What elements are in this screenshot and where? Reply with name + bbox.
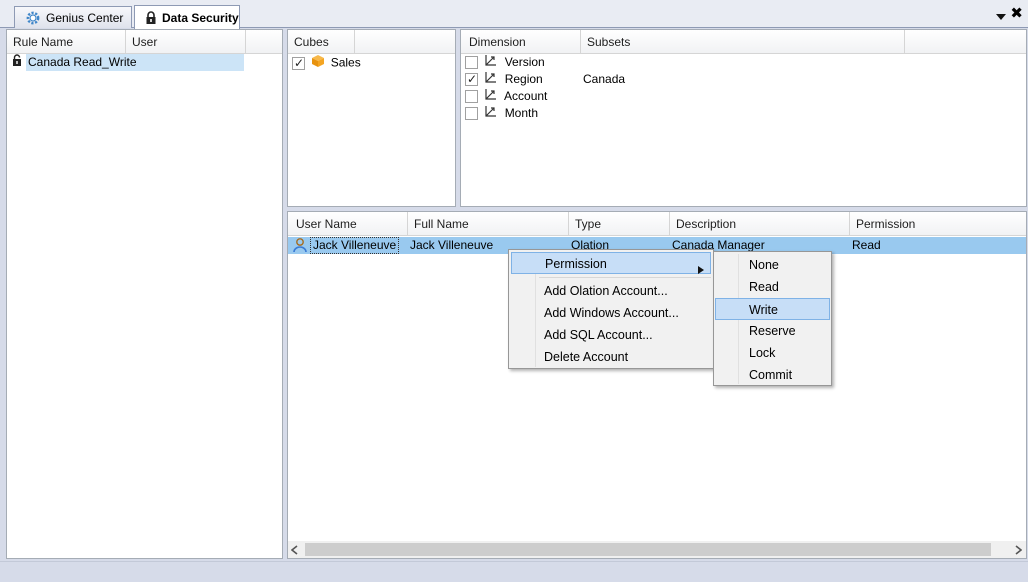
tab-label: Data Security [162, 10, 239, 25]
column-full-name[interactable]: Full Name [408, 212, 569, 236]
menu-item-permission[interactable]: Permission [511, 252, 711, 274]
status-bar [0, 561, 1028, 582]
rules-header: Rule Name User [7, 30, 282, 54]
dimension-row[interactable]: Region Canada [465, 71, 765, 88]
permission-option-commit[interactable]: Commit [716, 364, 830, 386]
tab-genius-center[interactable]: Genius Center [14, 6, 132, 28]
dimension-checkbox[interactable] [465, 71, 478, 88]
menu-item-add-sql-account[interactable]: Add SQL Account... [511, 324, 711, 346]
rule-row[interactable]: Canada Read_Write [12, 54, 244, 72]
menu-item-label: Add Windows Account... [544, 306, 679, 320]
dimension-name: Month [504, 106, 539, 120]
dimension-panel: Dimension Subsets Version Region Canada … [460, 29, 1027, 207]
column-user-name[interactable]: User Name [290, 212, 408, 236]
menu-item-add-windows-account[interactable]: Add Windows Account... [511, 302, 711, 324]
permission-option-lock[interactable]: Lock [716, 342, 830, 364]
cubes-panel: Cubes Sales [287, 29, 456, 207]
gear-icon [25, 10, 41, 26]
permission-option-read[interactable]: Read [716, 276, 830, 298]
tab-strip: Genius Center Data Security ✖ [0, 0, 1028, 29]
dimension-row[interactable]: Account [465, 88, 765, 105]
dimension-row[interactable]: Month [465, 105, 765, 122]
column-dimension[interactable]: Dimension [463, 30, 581, 54]
context-menu: Permission Add Olation Account... Add Wi… [508, 249, 714, 369]
user-full-name: Jack Villeneuve [410, 238, 494, 252]
user-icon [292, 237, 308, 258]
unlock-icon [12, 54, 26, 72]
horizontal-scrollbar[interactable] [288, 541, 1026, 558]
dimension-name: Account [504, 89, 548, 103]
cube-name: Sales [330, 55, 361, 70]
column-cubes[interactable]: Cubes [288, 30, 355, 54]
permission-option-none[interactable]: None [716, 254, 830, 276]
dimension-checkbox[interactable] [465, 107, 478, 121]
lock-icon [145, 10, 157, 26]
rule-name[interactable]: Canada Read_Write [26, 54, 244, 72]
cube-row[interactable]: Sales [292, 54, 361, 73]
dimension-name: Region [504, 72, 543, 86]
chevron-down-icon[interactable] [996, 10, 1006, 20]
dimension-icon [485, 54, 501, 71]
dimension-subset: Canada [583, 72, 626, 86]
dimension-icon [485, 88, 501, 105]
menu-item-label: Read [749, 280, 779, 294]
menu-item-label: Reserve [749, 324, 796, 338]
scroll-thumb[interactable] [305, 543, 991, 556]
permission-option-reserve[interactable]: Reserve [716, 320, 830, 342]
close-icon[interactable]: ✖ [1010, 6, 1023, 22]
tab-data-security[interactable]: Data Security [134, 5, 240, 29]
dimension-checkbox[interactable] [465, 90, 478, 104]
menu-item-label: Delete Account [544, 350, 629, 364]
cubes-header: Cubes [288, 30, 455, 54]
scroll-left-icon[interactable] [290, 544, 299, 558]
menu-item-label: Add SQL Account... [544, 328, 653, 342]
dimension-icon [485, 105, 501, 122]
cube-icon [311, 54, 327, 73]
menu-separator [539, 277, 711, 278]
menu-item-label: None [749, 258, 779, 272]
permission-submenu: None Read Write Reserve Lock Commit [713, 251, 832, 386]
column-rule-name[interactable]: Rule Name [7, 30, 126, 54]
column-description[interactable]: Description [670, 212, 850, 236]
column-type[interactable]: Type [569, 212, 670, 236]
dimension-icon [485, 71, 501, 88]
tab-label: Genius Center [46, 10, 124, 25]
menu-item-label: Lock [749, 346, 776, 360]
scroll-right-icon[interactable] [1014, 544, 1023, 558]
rules-panel: Rule Name User Canada Read_Write [6, 29, 283, 559]
column-permission[interactable]: Permission [850, 212, 1026, 236]
menu-item-label: Commit [749, 368, 793, 382]
dimension-name: Version [504, 55, 545, 69]
menu-item-label: Write [749, 303, 778, 317]
permission-option-write[interactable]: Write [715, 298, 830, 320]
user-permission: Read [852, 238, 881, 252]
menu-item-add-olation-account[interactable]: Add Olation Account... [511, 280, 711, 302]
cube-checkbox[interactable] [292, 55, 305, 72]
dimension-checkbox[interactable] [465, 56, 478, 70]
user-name: Jack Villeneuve [310, 237, 400, 254]
dimension-row[interactable]: Version [465, 54, 765, 71]
menu-item-delete-account[interactable]: Delete Account [511, 346, 711, 368]
menu-item-label: Add Olation Account... [544, 284, 668, 298]
menu-item-label: Permission [545, 257, 607, 271]
dimension-header: Dimension Subsets [461, 30, 1026, 54]
column-user[interactable]: User [126, 30, 246, 54]
users-header: User Name Full Name Type Description Per… [288, 212, 1026, 236]
column-subsets[interactable]: Subsets [581, 30, 905, 54]
